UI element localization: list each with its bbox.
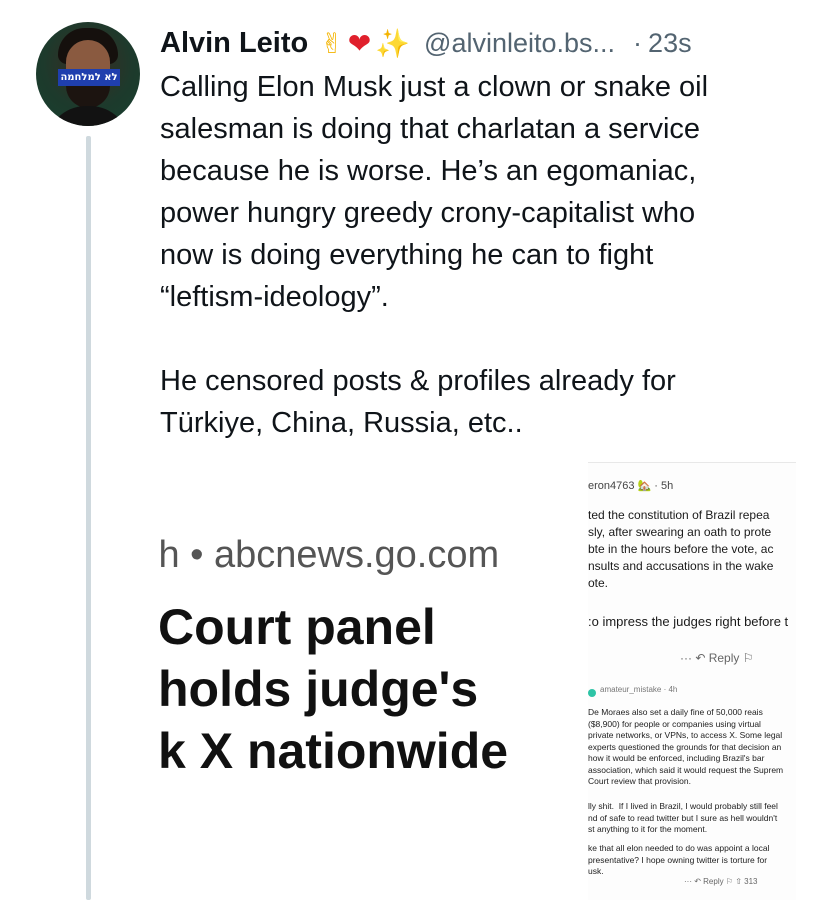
reply-avatar-icon	[588, 689, 596, 697]
sparkles-icon: ✨	[375, 26, 411, 60]
news-headline: Court panel holds judge's k X nationwide	[160, 599, 509, 779]
author-name[interactable]: Alvin Leito	[160, 27, 308, 60]
post-header: Alvin Leito ✌ ❤ ✨ @alvinleito.bs... · 23…	[160, 20, 810, 66]
thread-line	[86, 136, 91, 900]
reply-body-2: lly shit. If I lived in Brazil, I would …	[588, 801, 778, 834]
avatar-banner: לא למלחמה	[58, 69, 120, 86]
comment-actions: ··· ↶ Reply ⚐	[680, 651, 754, 665]
header-separator: ·	[633, 27, 643, 58]
post-image[interactable]: ih • abcnews.go.com Court panel holds ju…	[160, 462, 796, 900]
comment-header: eron4763 🏡 · 5h	[588, 480, 674, 492]
news-source: ih • abcnews.go.com	[160, 534, 500, 576]
comments-screenshot: eron4763 🏡 · 5h ted the constitution of …	[588, 462, 796, 900]
author-emojis: ✌ ❤ ✨	[320, 27, 410, 60]
avatar[interactable]: לא למלחמה	[36, 22, 140, 126]
post-text: Calling Elon Musk just a clown or snake …	[160, 71, 709, 439]
post-timestamp[interactable]: 23s	[648, 28, 692, 59]
reply-body: De Moraes also set a daily fine of 50,00…	[588, 707, 784, 786]
comment-body: ted the constitution of Brazil repea sly…	[588, 508, 774, 590]
avatar-shirt	[46, 106, 130, 126]
comment-line: :o impress the judges right before t	[588, 614, 789, 629]
news-screenshot: ih • abcnews.go.com Court panel holds ju…	[160, 462, 588, 900]
author-handle[interactable]: @alvinleito.bs...	[424, 28, 615, 59]
reply-body-3: ke that all elon needed to do was appoin…	[588, 843, 770, 876]
reply-actions: ··· ↶ Reply ⚐ ⇧ 313	[684, 877, 758, 886]
red-heart-icon: ❤	[347, 26, 372, 60]
reply-user: amateur_mistake · 4h	[600, 685, 678, 694]
victory-hand-icon: ✌	[320, 26, 344, 60]
